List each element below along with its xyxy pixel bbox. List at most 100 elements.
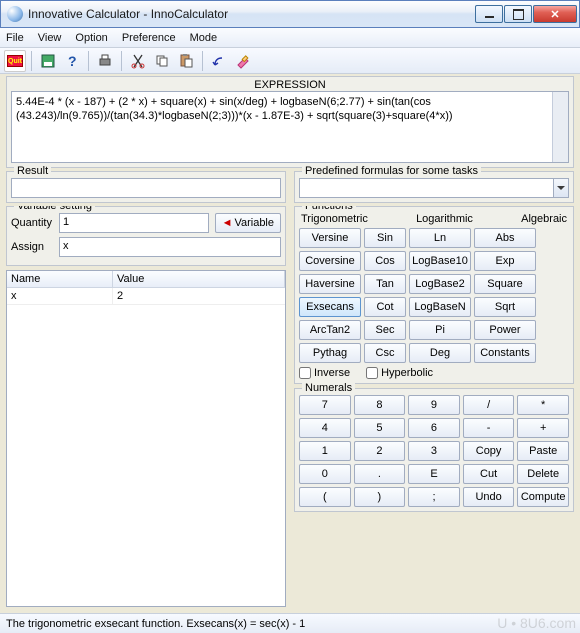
num-5-button[interactable]: 5 — [354, 418, 406, 438]
func-tan-button[interactable]: Tan — [364, 274, 406, 294]
num-x-button[interactable]: - — [463, 418, 515, 438]
func-power-button[interactable]: Power — [474, 320, 536, 340]
scrollbar[interactable] — [552, 92, 568, 162]
num-0-button[interactable]: 0 — [299, 464, 351, 484]
func-constants-button[interactable]: Constants — [474, 343, 536, 363]
variable-button[interactable]: ◄Variable — [215, 213, 281, 233]
minimize-button[interactable] — [475, 5, 503, 23]
print-icon[interactable] — [94, 50, 116, 72]
status-text: The trigonometric exsecant function. Exs… — [6, 618, 305, 630]
copy-icon[interactable] — [151, 50, 173, 72]
func-logbase10-button[interactable]: LogBase10 — [409, 251, 471, 271]
num-compute-button[interactable]: Compute — [517, 487, 569, 507]
variable-table: Name Value x 2 — [6, 270, 286, 607]
func-cot-button[interactable]: Cot — [364, 297, 406, 317]
func-sqrt-button[interactable]: Sqrt — [474, 297, 536, 317]
quit-button[interactable]: Quit — [4, 50, 26, 72]
app-icon — [7, 6, 23, 22]
num-x-button[interactable]: * — [517, 395, 569, 415]
save-icon[interactable] — [37, 50, 59, 72]
num-x-button[interactable]: ; — [408, 487, 460, 507]
clear-icon[interactable] — [232, 50, 254, 72]
num-8-button[interactable]: 8 — [354, 395, 406, 415]
func-ln-button[interactable]: Ln — [409, 228, 471, 248]
numerals-group: Numerals 789/*456-+123CopyPaste0.ECutDel… — [294, 388, 574, 512]
num-4-button[interactable]: 4 — [299, 418, 351, 438]
func-pythag-button[interactable]: Pythag — [299, 343, 361, 363]
func-coversine-button[interactable]: Coversine — [299, 251, 361, 271]
menu-preference[interactable]: Preference — [122, 32, 176, 44]
separator — [202, 51, 203, 71]
func-exp-button[interactable]: Exp — [474, 251, 536, 271]
col-name[interactable]: Name — [7, 271, 113, 287]
num-delete-button[interactable]: Delete — [517, 464, 569, 484]
window-controls — [475, 5, 577, 23]
func-csc-button[interactable]: Csc — [364, 343, 406, 363]
expression-header: EXPRESSION — [11, 79, 569, 91]
num-7-button[interactable]: 7 — [299, 395, 351, 415]
expression-group: EXPRESSION 5.44E-4 * (x - 187) + (2 * x)… — [6, 76, 574, 168]
undo-icon[interactable] — [208, 50, 230, 72]
svg-text:?: ? — [68, 53, 77, 69]
maximize-button[interactable] — [504, 5, 532, 23]
cut-icon[interactable] — [127, 50, 149, 72]
num-paste-button[interactable]: Paste — [517, 441, 569, 461]
col-value[interactable]: Value — [113, 271, 285, 287]
table-header: Name Value — [7, 271, 285, 288]
help-icon[interactable]: ? — [61, 50, 83, 72]
num-undo-button[interactable]: Undo — [463, 487, 515, 507]
variable-setting-group: Variable setting Quantity 1 ◄Variable As… — [6, 206, 286, 266]
result-group: Result — [6, 171, 286, 203]
num-6-button[interactable]: 6 — [408, 418, 460, 438]
num-copy-button[interactable]: Copy — [463, 441, 515, 461]
paste-icon[interactable] — [175, 50, 197, 72]
func-logbasen-button[interactable]: LogBaseN — [409, 297, 471, 317]
func-exsecans-button[interactable]: Exsecans — [299, 297, 361, 317]
predefined-legend: Predefined formulas for some tasks — [302, 165, 481, 177]
func-square-button[interactable]: Square — [474, 274, 536, 294]
menu-mode[interactable]: Mode — [190, 32, 218, 44]
expression-line1: 5.44E-4 * (x - 187) + (2 * x) + square(x… — [16, 96, 431, 108]
func-pi-button[interactable]: Pi — [409, 320, 471, 340]
menubar: File View Option Preference Mode — [0, 28, 580, 48]
num-cut-button[interactable]: Cut — [463, 464, 515, 484]
result-field[interactable] — [11, 178, 281, 198]
func-arctan2-button[interactable]: ArcTan2 — [299, 320, 361, 340]
func-sec-button[interactable]: Sec — [364, 320, 406, 340]
expression-line2: (43.243)/ln(9.765))/(tan(34.3)*logbaseN(… — [16, 110, 453, 122]
variable-setting-legend: Variable setting — [14, 206, 95, 212]
func-logbase2-button[interactable]: LogBase2 — [409, 274, 471, 294]
num-x-button[interactable]: / — [463, 395, 515, 415]
num-2-button[interactable]: 2 — [354, 441, 406, 461]
num-1-button[interactable]: 1 — [299, 441, 351, 461]
func-sin-button[interactable]: Sin — [364, 228, 406, 248]
func-cos-button[interactable]: Cos — [364, 251, 406, 271]
num-e-button[interactable]: E — [408, 464, 460, 484]
separator — [31, 51, 32, 71]
num-x-button[interactable]: + — [517, 418, 569, 438]
func-abs-button[interactable]: Abs — [474, 228, 536, 248]
arrow-left-icon: ◄ — [222, 217, 233, 229]
menu-file[interactable]: File — [6, 32, 24, 44]
expression-textarea[interactable]: 5.44E-4 * (x - 187) + (2 * x) + square(x… — [11, 91, 569, 163]
num-x-button[interactable]: ( — [299, 487, 351, 507]
assign-input[interactable]: x — [59, 237, 281, 257]
func-haversine-button[interactable]: Haversine — [299, 274, 361, 294]
hyperbolic-checkbox[interactable]: Hyperbolic — [366, 367, 433, 379]
table-row[interactable]: x 2 — [7, 288, 285, 305]
inverse-checkbox[interactable]: Inverse — [299, 367, 350, 379]
num-x-button[interactable]: ) — [354, 487, 406, 507]
func-versine-button[interactable]: Versine — [299, 228, 361, 248]
numerals-legend: Numerals — [302, 382, 355, 394]
close-button[interactable] — [533, 5, 577, 23]
chevron-down-icon — [553, 179, 568, 197]
menu-view[interactable]: View — [38, 32, 62, 44]
num-3-button[interactable]: 3 — [408, 441, 460, 461]
func-deg-button[interactable]: Deg — [409, 343, 471, 363]
menu-option[interactable]: Option — [75, 32, 107, 44]
num-x-button[interactable]: . — [354, 464, 406, 484]
quantity-input[interactable]: 1 — [59, 213, 209, 233]
separator — [121, 51, 122, 71]
predefined-dropdown[interactable] — [299, 178, 569, 198]
num-9-button[interactable]: 9 — [408, 395, 460, 415]
